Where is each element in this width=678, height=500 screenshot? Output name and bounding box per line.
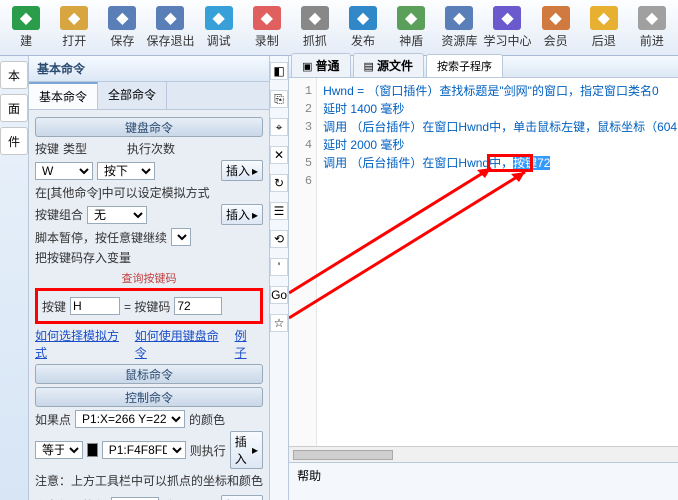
note-other-cmd: 在[其他命令]中可以设定模拟方式 [35, 184, 263, 201]
color-swatch[interactable] [87, 443, 98, 457]
type-label: 类型 [63, 140, 87, 157]
gutter-tools: ◧ ⎘ ⌖ ✕ ↻ ☰ ⟲ ' Go ☆ [270, 56, 289, 500]
count-label: 执行次数 [127, 140, 175, 157]
key-label: 按键 [35, 140, 59, 157]
tbtn-2[interactable]: ◆保存 [98, 0, 146, 55]
save-keycode-label: 把按键码存入变量 [35, 249, 263, 266]
rail-2[interactable]: 件 [0, 127, 28, 155]
gutter-tool-8[interactable]: Go [270, 286, 288, 304]
panel-title: 基本命令 [29, 56, 269, 82]
tbtn-1[interactable]: ◆打开 [50, 0, 98, 55]
insert-loop-button[interactable]: 插入▸ [221, 495, 263, 500]
note-grab: 注意：上方工具栏中可以抓点的坐标和颜色 [35, 472, 263, 489]
code-tabs: ▣ 普通 ▤ 源文件 按索子程序 [289, 56, 678, 78]
tbtn-5[interactable]: ◆录制 [243, 0, 291, 55]
group-control[interactable]: 控制命令 [35, 387, 263, 407]
help-panel: 帮助 [289, 462, 678, 500]
left-rail: 本面件 [0, 56, 29, 500]
point-select[interactable]: P1:X=266 Y=228 [75, 410, 185, 428]
query-keycode-title: 查询按键码 [35, 270, 263, 286]
rail-1[interactable]: 面 [0, 94, 28, 122]
panel-tabs: 基本命令 全部命令 [29, 82, 269, 110]
combo-label: 按键组合 [35, 206, 83, 223]
query-code-input[interactable] [174, 297, 222, 315]
group-mouse[interactable]: 鼠标命令 [35, 364, 263, 384]
insert-key-button[interactable]: 插入▸ [221, 160, 263, 181]
codetab-source[interactable]: ▤ 源文件 [353, 53, 424, 77]
tbtn-12[interactable]: ◆后退 [580, 0, 628, 55]
gutter-tool-7[interactable]: ' [270, 258, 288, 276]
loop-count-input[interactable] [111, 497, 159, 500]
gutter-tool-4[interactable]: ↻ [270, 174, 288, 192]
line-numbers: 123456 [289, 78, 317, 446]
gutter-tool-3[interactable]: ✕ [270, 146, 288, 164]
main-toolbar: ◆建◆打开◆保存◆保存退出◆调试◆录制◆抓抓◆发布◆神盾◆资源库◆学习中心◆会员… [0, 0, 678, 56]
query-key-input[interactable] [70, 297, 120, 315]
key-select[interactable]: W [35, 162, 93, 180]
insert-if-button[interactable]: 插入▸ [230, 431, 263, 469]
tab-all[interactable]: 全部命令 [98, 82, 167, 109]
type-select[interactable]: 按下 [97, 162, 155, 180]
cond-select[interactable]: 等于 [35, 441, 83, 459]
tbtn-3[interactable]: ◆保存退出 [146, 0, 194, 55]
gutter-tool-6[interactable]: ⟲ [270, 230, 288, 248]
color-select[interactable]: P1:F4F8FD [102, 441, 186, 459]
gutter-tool-1[interactable]: ⎘ [270, 90, 288, 108]
command-panel: 基本命令 基本命令 全部命令 键盘命令 ▾ 按键 类型 执行次数 W 按下 插入… [29, 56, 270, 500]
tbtn-6[interactable]: ◆抓抓 [291, 0, 339, 55]
tbtn-13[interactable]: ◆前进 [628, 0, 676, 55]
pause-select[interactable] [171, 228, 191, 246]
pause-label: 脚本暂停，按任意键继续 [35, 229, 167, 246]
tbtn-11[interactable]: ◆会员 [532, 0, 580, 55]
tbtn-8[interactable]: ◆神盾 [387, 0, 435, 55]
tbtn-10[interactable]: ◆学习中心 [483, 0, 531, 55]
horizontal-scrollbar[interactable] [289, 446, 678, 462]
tbtn-4[interactable]: ◆调试 [195, 0, 243, 55]
code-area: ▣ 普通 ▤ 源文件 按索子程序 123456 Hwnd = （窗口插件）查找标… [289, 56, 678, 500]
combo-select[interactable]: 无 [87, 206, 147, 224]
if-point-label: 如果点 [35, 411, 71, 428]
tbtn-0[interactable]: ◆建 [2, 0, 50, 55]
tbtn-9[interactable]: ◆资源库 [435, 0, 483, 55]
codetab-normal[interactable]: ▣ 普通 [291, 53, 350, 77]
keycode-query-row: 按键 = 按键码 [35, 288, 263, 324]
source-code[interactable]: Hwnd = （窗口插件）查找标题是"剑网"的窗口，指定窗口类名0 延时 140… [317, 78, 678, 446]
insert-combo-button[interactable]: 插入▸ [221, 204, 263, 225]
link-example[interactable]: 例子 [235, 327, 257, 361]
group-keyboard[interactable]: 键盘命令 ▾ [35, 117, 263, 137]
gutter-tool-2[interactable]: ⌖ [270, 118, 288, 136]
rail-0[interactable]: 本 [0, 61, 28, 89]
gutter-tool-9[interactable]: ☆ [270, 314, 288, 332]
link-keyboard-cmd[interactable]: 如何使用键盘命令 [135, 327, 225, 361]
callout-code [487, 154, 533, 172]
gutter-tool-5[interactable]: ☰ [270, 202, 288, 220]
gutter-tool-0[interactable]: ◧ [270, 62, 288, 80]
tab-basic[interactable]: 基本命令 [29, 82, 98, 109]
codetab-sub[interactable]: 按索子程序 [426, 54, 503, 77]
panel-body: 键盘命令 ▾ 按键 类型 执行次数 W 按下 插入▸ 在[其他命令]中可以设定模… [29, 110, 269, 500]
tbtn-7[interactable]: ◆发布 [339, 0, 387, 55]
link-sim-mode[interactable]: 如何选择模拟方式 [35, 327, 125, 361]
